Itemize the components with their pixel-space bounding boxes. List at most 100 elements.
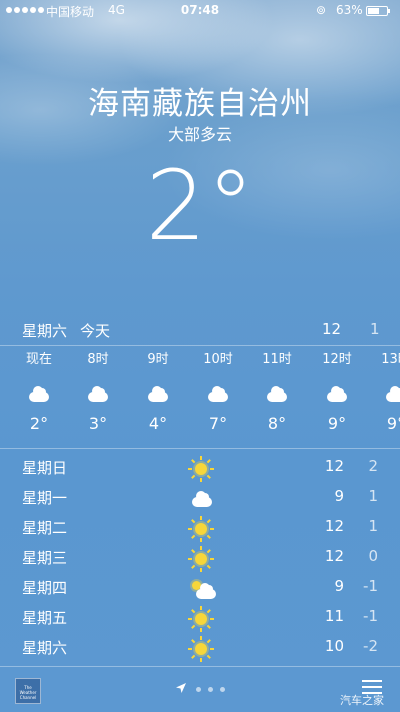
sun-ray	[200, 636, 202, 640]
sun-icon	[188, 456, 214, 482]
sun-ray	[191, 519, 196, 524]
sun-icon	[188, 606, 214, 632]
sun-ray	[191, 609, 196, 614]
sun-ray	[188, 558, 192, 560]
daily-row: 星期五 11 -1	[0, 603, 400, 633]
sun-icon	[188, 516, 214, 542]
battery-percentage: 63%	[336, 3, 363, 17]
page-indicator[interactable]	[196, 687, 225, 692]
hourly-item: 现在 2°	[14, 350, 64, 436]
daily-low: 1	[368, 487, 378, 505]
sun-ray	[206, 549, 211, 554]
daily-low: 0	[368, 547, 378, 565]
sun-ray	[206, 624, 211, 629]
sun-ray	[200, 478, 202, 482]
partly-cloudy-icon	[190, 581, 216, 599]
hour-time: 现在	[25, 352, 52, 367]
sun-ray	[191, 624, 196, 629]
cloud-icon	[29, 386, 49, 402]
sun-ray	[191, 564, 196, 569]
hour-time: 8时	[87, 352, 109, 367]
daily-day: 星期一	[22, 489, 68, 507]
sun-ray	[206, 474, 211, 479]
sun-ray	[210, 558, 214, 560]
hourly-item: 8时 3°	[73, 350, 123, 436]
hourly-item: 12时 9°	[312, 350, 362, 436]
divider	[0, 448, 400, 449]
daily-row: 星期二 12 1	[0, 513, 400, 543]
sun-ray	[200, 456, 202, 460]
daily-row: 星期日 12 2	[0, 453, 400, 483]
sun-ray	[200, 546, 202, 550]
sun-ray	[200, 658, 202, 662]
hour-temp: 4°	[148, 414, 168, 433]
sun-ray	[191, 474, 196, 479]
hour-time: 13时	[381, 352, 400, 367]
daily-high: 10	[324, 637, 344, 655]
daily-high: 11	[324, 607, 344, 625]
sun-ray	[191, 549, 196, 554]
hourly-item: 13时 9°	[371, 350, 400, 436]
sun-ray	[191, 654, 196, 659]
cloud-icon	[190, 491, 214, 507]
cloud-icon	[88, 386, 108, 402]
today-day: 星期六	[22, 322, 68, 340]
rotation-lock-icon: ⊚	[316, 3, 327, 17]
sun-ray	[191, 534, 196, 539]
daily-forecast: 星期日 12 2 星期一 9 1 星期二 12 1 星期三 12 0 星期四 9…	[0, 453, 400, 663]
daily-day: 星期三	[22, 549, 68, 567]
daily-day: 星期五	[22, 609, 68, 627]
cloud-icon	[148, 386, 168, 402]
sun-ray	[210, 528, 214, 530]
hour-temp: 3°	[88, 414, 108, 433]
daily-day: 星期日	[22, 459, 68, 477]
daily-low: -1	[363, 577, 378, 595]
daily-high: 12	[324, 457, 344, 475]
daily-row: 星期四 9 -1	[0, 573, 400, 603]
hour-time: 10时	[203, 352, 233, 367]
cloud-icon	[386, 386, 400, 402]
daily-row: 星期一 9 1	[0, 483, 400, 513]
hourly-forecast[interactable]: 现在 2° 8时 3° 9时 4° 10时 7° 11时 8° 12时 9° 1…	[0, 350, 400, 446]
today-high: 12	[322, 320, 342, 338]
today-label: 今天	[80, 322, 111, 340]
sun-ray	[206, 534, 211, 539]
today-summary: 星期六 今天 12 1	[0, 320, 400, 344]
sun-ray	[206, 519, 211, 524]
daily-high: 9	[334, 577, 344, 595]
cloud-icon	[327, 386, 347, 402]
hourly-item: 9时 4°	[133, 350, 183, 436]
hourly-item: 11时 8°	[252, 350, 302, 436]
sun-ray	[206, 654, 211, 659]
weather-condition: 大部多云	[167, 125, 232, 144]
weather-channel-logo[interactable]: The Weather Channel	[15, 678, 41, 704]
current-temperature: 2°	[145, 150, 255, 262]
sun-ray	[191, 459, 196, 464]
sun-ray	[188, 528, 192, 530]
hour-time: 9时	[147, 352, 169, 367]
sun-ray	[191, 639, 196, 644]
sun-ray	[188, 618, 192, 620]
sun-ray	[200, 628, 202, 632]
sun-ray	[200, 516, 202, 520]
daily-high: 9	[334, 487, 344, 505]
daily-high: 12	[324, 547, 344, 565]
sun-ray	[210, 618, 214, 620]
hour-temp: 9°	[327, 414, 347, 433]
hour-temp: 7°	[208, 414, 228, 433]
sun-ray	[210, 648, 214, 650]
cloud-icon	[267, 386, 287, 402]
daily-low: 1	[368, 517, 378, 535]
daily-low: -1	[363, 607, 378, 625]
sun-ray	[188, 648, 192, 650]
hour-time: 12时	[322, 352, 352, 367]
daily-day: 星期六	[22, 639, 68, 657]
hour-temp: 8°	[267, 414, 287, 433]
battery-icon	[366, 6, 390, 16]
sun-ray	[210, 468, 214, 470]
sun-ray	[200, 606, 202, 610]
today-low: 1	[370, 320, 380, 338]
location-arrow-icon	[176, 683, 186, 693]
sun-ray	[200, 568, 202, 572]
watermark-text: 汽车之家	[340, 694, 384, 707]
